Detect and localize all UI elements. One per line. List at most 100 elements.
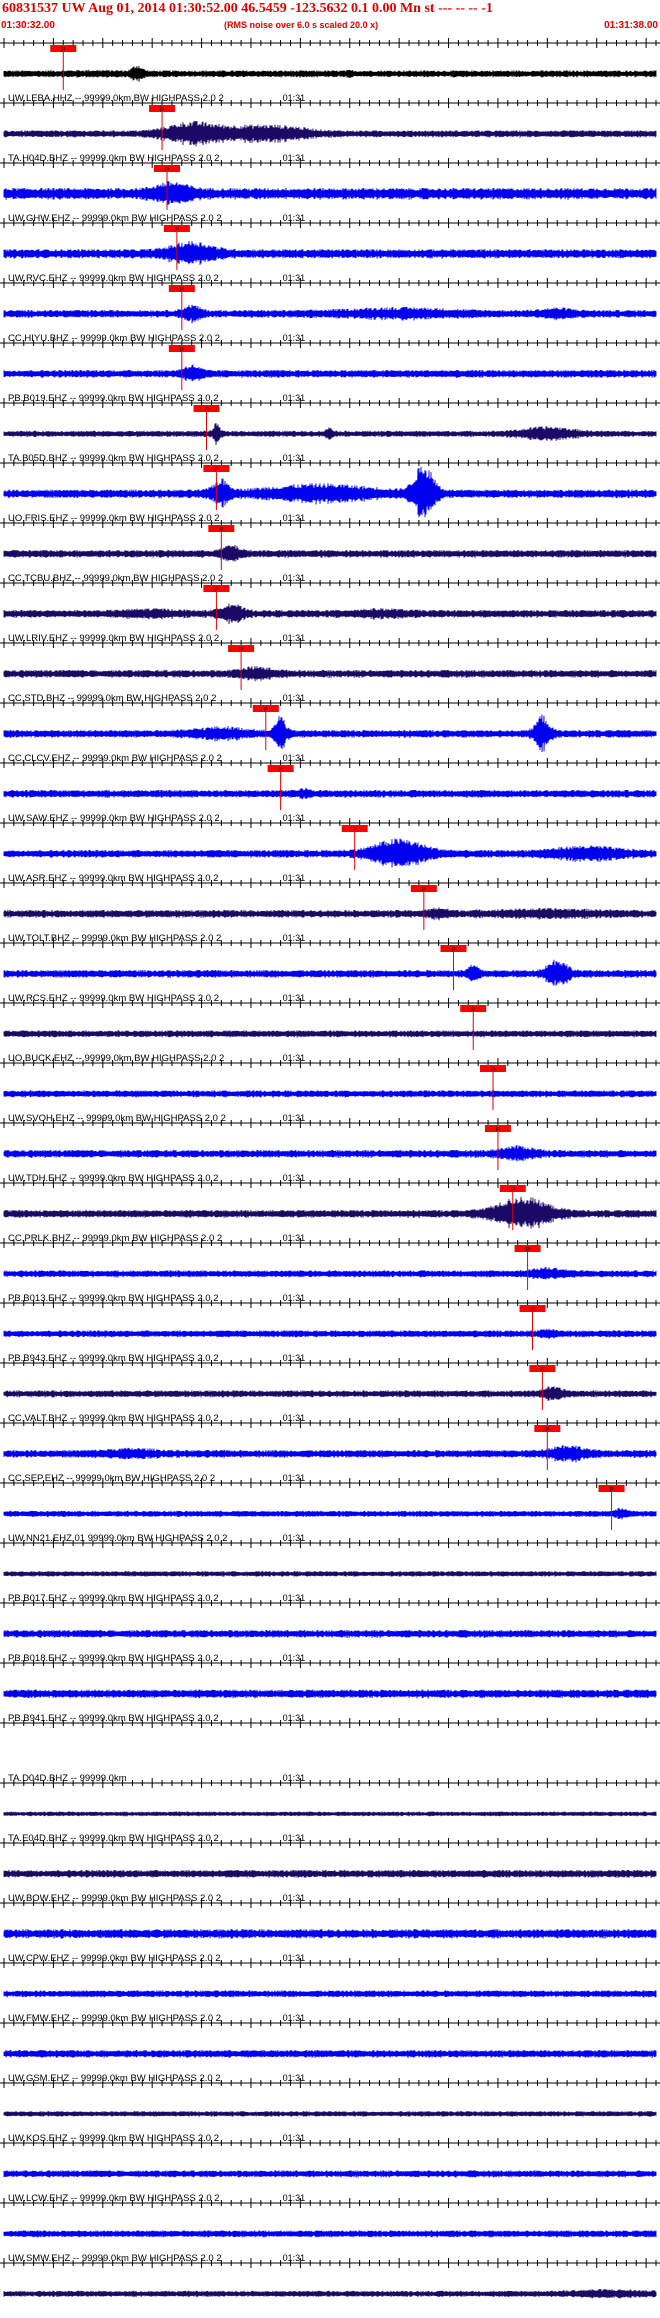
minute-label: 01:31 (283, 2013, 306, 2023)
minute-label: 01:31 (283, 813, 306, 823)
station-label: TA.D04D.BHZ -- 99999.0km (8, 1773, 127, 1784)
station-label: UW.SVOH.EHZ -- 99999.0km BW HIGHPASS 2.0… (8, 1113, 226, 1124)
station-label: UW.FMW.EHZ -- 99999.0km BW HIGHPASS 2.0 … (8, 2013, 221, 2024)
waveform-trace (3, 181, 657, 205)
start-time: 01:30:32.00 (1, 20, 55, 31)
station-label: UW.GHW.EHZ -- 99999.0km BW HIGHPASS 2.0 … (8, 213, 222, 224)
station-label: TA.H04D.BHZ -- 99999.0km BW HIGHPASS 2.0… (8, 153, 219, 164)
pick-label: P (61, 47, 65, 54)
minute-label: 01:31 (283, 1233, 306, 1243)
waveform-trace (3, 1507, 657, 1520)
pick-label: P (264, 707, 268, 714)
minute-label: 01:31 (283, 993, 306, 1003)
minute-label: 01:31 (283, 453, 306, 463)
station-label: CC.STD.BHZ -- 99999.0km BW HIGHPASS 2.0 … (8, 693, 216, 704)
event-title: 60831537 UW Aug 01, 2014 01:30:52.00 46.… (2, 1, 493, 16)
station-label: CC.HIYU.BHZ -- 99999.0km BW HIGHPASS 2.0… (8, 333, 220, 344)
pick-label: P (160, 107, 164, 114)
station-label: UW.SAW.EHZ -- 99999.0km BW HIGHPASS 2.0 … (8, 813, 220, 824)
station-label: UO.FRIS.EHZ -- 99999.0km BW HIGHPASS 2.0… (8, 513, 220, 524)
station-label: UW.ASR.EHZ -- 99999.0km BW HIGHPASS 2.0 … (8, 873, 218, 884)
waveform-trace (3, 1266, 657, 1280)
station-label: PB.B013.EHZ -- 99999.0km BW HIGHPASS 2.0… (8, 1293, 219, 1304)
waveform-trace (3, 1196, 657, 1229)
station-label: UW.LEBA.HHZ -- 99999.0km BW HIGHPASS 2.0… (8, 93, 224, 104)
waveform-trace (3, 1328, 657, 1340)
time-axis (0, 38, 660, 48)
minute-label: 01:31 (283, 2133, 306, 2143)
waveform-trace (3, 1090, 657, 1098)
pick-label: P (496, 1127, 500, 1134)
waveform-trace (3, 466, 657, 518)
waveform-trace (3, 1444, 657, 1463)
minute-label: 01:31 (283, 1173, 306, 1183)
station-label: UW.CPW.EHZ -- 99999.0km BW HIGHPASS 2.0 … (8, 1953, 221, 1964)
minute-label: 01:31 (283, 1353, 306, 1363)
waveform-trace (3, 603, 657, 625)
waveform-trace (3, 1629, 657, 1638)
minute-label: 01:31 (283, 753, 306, 763)
chart-header: 60831537 UW Aug 01, 2014 01:30:52.00 46.… (0, 0, 660, 34)
pick-label: P (511, 1187, 515, 1194)
station-label: PB.B017.EHZ -- 99999.0km BW HIGHPASS 2.0… (8, 1593, 219, 1604)
station-label: PB.B018.EHZ -- 99999.0km BW HIGHPASS 2.0… (8, 1653, 219, 1664)
minute-label: 01:31 (283, 1713, 306, 1723)
minute-label: 01:31 (283, 2073, 306, 2083)
waveform-trace (3, 2049, 657, 2059)
minute-label: 01:31 (283, 693, 306, 703)
minute-label: 01:31 (283, 2193, 306, 2203)
station-label: UW.RVC.EHZ -- 99999.0km BW HIGHPASS 2.0 … (8, 273, 219, 284)
station-label: CC.VALT.BHZ -- 99999.0km BW HIGHPASS 2.0… (8, 1413, 219, 1424)
minute-label: 01:31 (283, 873, 306, 883)
station-label: UW.GSM.EHZ -- 99999.0km BW HIGHPASS 2.0 … (8, 2073, 221, 2084)
waveform-trace (3, 304, 657, 324)
minute-label: 01:31 (283, 513, 306, 523)
station-label: UW.RCS.EHZ -- 99999.0km BW HIGHPASS 2.0 … (8, 993, 219, 1004)
station-label: UW.TDH.EHZ -- 99999.0km BW HIGHPASS 2.0 … (8, 1173, 218, 1184)
waveform-trace (3, 422, 657, 446)
waveform-trace (3, 65, 657, 82)
pick-label: P (219, 527, 223, 534)
waveform-trace (3, 240, 657, 265)
minute-label: 01:31 (283, 1533, 306, 1543)
minute-label: 01:31 (283, 1413, 306, 1423)
minute-label: 01:31 (283, 1473, 306, 1483)
waveform-trace (3, 2230, 657, 2238)
minute-label: 01:31 (283, 213, 306, 223)
pick-label: P (353, 827, 357, 834)
waveform-trace (3, 1145, 657, 1162)
pick-label: P (609, 1487, 613, 1494)
station-label: UW.LRIV.EHZ -- 99999.0km BW HIGHPASS 2.0… (8, 633, 219, 644)
pick-label: P (422, 887, 426, 894)
minute-label: 01:31 (283, 1053, 306, 1063)
pick-label: P (175, 227, 179, 234)
station-label: PB.B941.EHZ -- 99999.0km BW HIGHPASS 2.0… (8, 1713, 219, 1724)
pick-label: P (180, 287, 184, 294)
waveform-trace (3, 838, 657, 868)
chart-subtitle: (RMS noise over 6.0 s scaled 20.0 x) (224, 20, 379, 30)
pick-label: P (278, 767, 282, 774)
minute-label: 01:31 (283, 1593, 306, 1603)
waveform-trace (3, 2170, 657, 2178)
minute-label: 01:31 (283, 2253, 306, 2263)
minute-label: 01:31 (283, 93, 306, 103)
station-label: UW.LCW.EHZ -- 99999.0km BW HIGHPASS 2.0 … (8, 2193, 220, 2204)
pick-label: P (540, 1367, 544, 1374)
station-label: PB.B019.EHZ -- 99999.0km BW HIGHPASS 2.0… (8, 393, 219, 404)
station-label: UW.TOLT.BHZ -- 99999.0km BW HIGHPASS 2.0… (8, 933, 221, 944)
station-label: UW.BOW.EHZ -- 99999.0km BW HIGHPASS 2.0 … (8, 1893, 221, 1904)
waveform-trace (3, 1030, 657, 1038)
station-label: CC.CLCV.EHZ -- 99999.0km BW HIGHPASS 2.0… (8, 753, 222, 764)
pick-label: P (180, 347, 184, 354)
minute-label: 01:31 (283, 1293, 306, 1303)
minute-label: 01:31 (283, 333, 306, 343)
waveform-trace (3, 1990, 657, 1998)
waveform-trace (3, 666, 657, 682)
waveform-trace (3, 1869, 657, 1879)
minute-label: 01:31 (283, 1833, 306, 1843)
waveform-trace (3, 1571, 657, 1577)
pick-label: P (214, 467, 218, 474)
pick-label: P (451, 947, 455, 954)
pick-label: P (530, 1307, 534, 1314)
station-label: UW.KOS.EHZ -- 99999.0km BW HIGHPASS 2.0 … (8, 2133, 219, 2144)
